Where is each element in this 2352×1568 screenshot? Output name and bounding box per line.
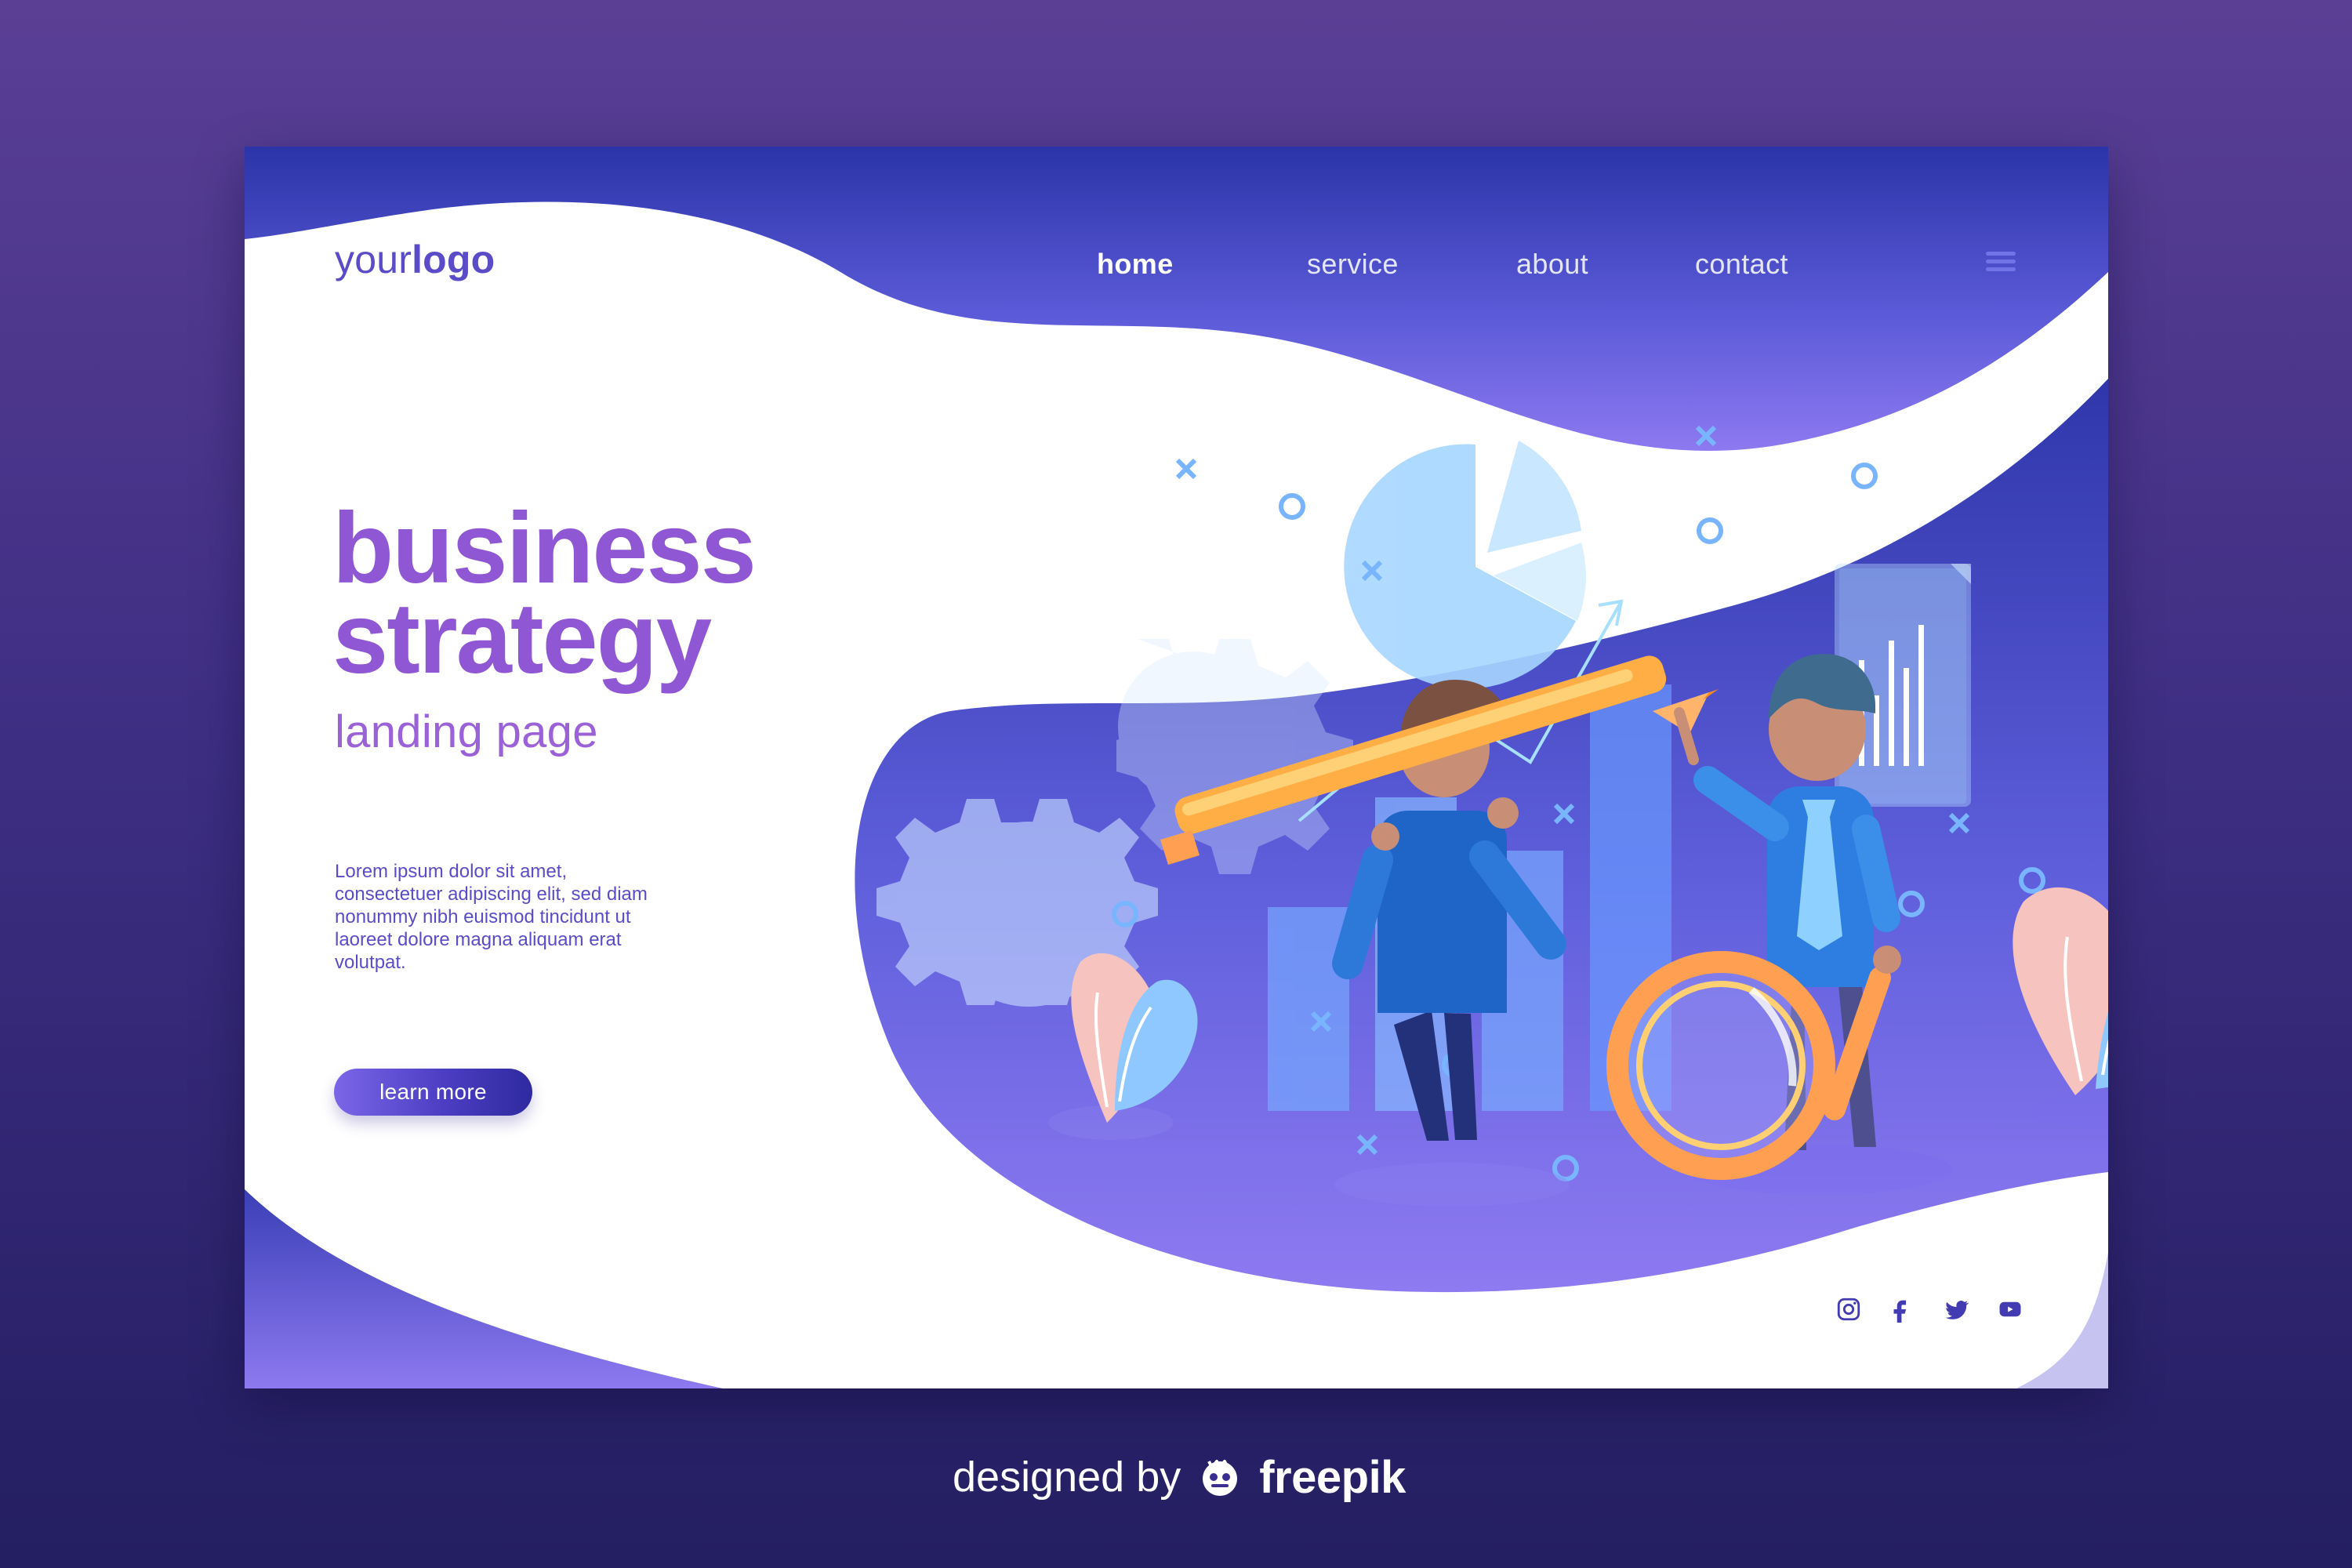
freepik-brand: freepik <box>1259 1451 1406 1503</box>
main-navigation: home service about contact <box>245 241 2108 288</box>
instagram-link[interactable] <box>1830 1290 1867 1328</box>
hamburger-icon <box>1986 252 2016 256</box>
social-links <box>1830 1290 2034 1328</box>
hero-description: Lorem ipsum dolor sit amet, consectetuer… <box>335 861 648 973</box>
facebook-icon <box>1893 1300 1907 1323</box>
freepik-logo-icon <box>1203 1460 1238 1496</box>
hero-title: business strategy <box>332 492 757 695</box>
hero-title-line-2: strategy <box>332 583 712 695</box>
learn-more-button[interactable]: learn more <box>334 1069 532 1116</box>
instagram-icon <box>1837 1298 1860 1321</box>
landing-page-frame: yourlogo home service about contact busi… <box>245 147 2108 1388</box>
nav-home-link[interactable]: home <box>1097 241 1174 288</box>
hamburger-icon-line-3 <box>1986 267 2016 271</box>
youtube-icon <box>1999 1301 2021 1317</box>
hero-title-line-1: business <box>332 492 757 604</box>
nav-about-link[interactable]: about <box>1516 241 1588 288</box>
nav-contact-link[interactable]: contact <box>1695 241 1788 288</box>
facebook-link[interactable] <box>1882 1290 1919 1328</box>
youtube-link[interactable] <box>1991 1290 2029 1328</box>
hero-subtitle: landing page <box>335 706 598 757</box>
hamburger-icon-line-2 <box>1986 260 2016 263</box>
nav-service-link[interactable]: service <box>1307 241 1399 288</box>
credit-text: designed by <box>953 1454 1181 1501</box>
hamburger-menu-button[interactable] <box>1986 245 2022 277</box>
twitter-icon <box>1945 1301 1969 1319</box>
footer-credit: designed by freepik <box>953 1449 1406 1505</box>
twitter-link[interactable] <box>1938 1290 1976 1328</box>
background-waves <box>245 147 2108 1388</box>
